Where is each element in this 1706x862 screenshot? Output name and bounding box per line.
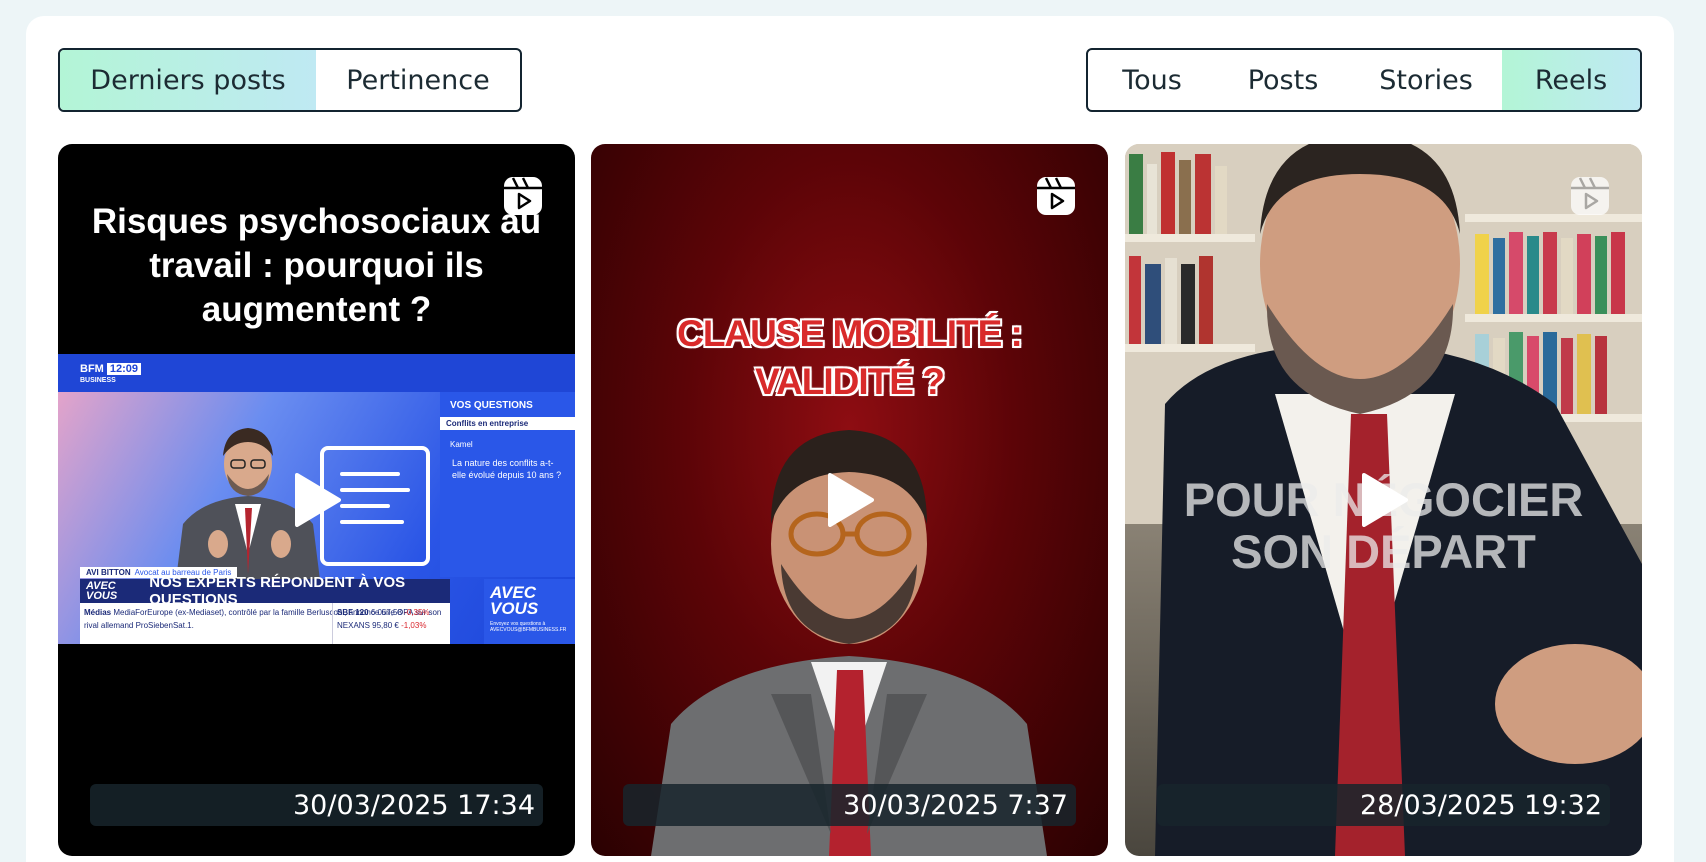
- reel-icon: [504, 177, 542, 215]
- tv-banner: AVEC VOUS NOS EXPERTS RÉPONDENT À VOS QUE…: [80, 574, 450, 608]
- reel-card[interactable]: POUR NÉGOCIER SON DÉPART 28/03/2025 19:3…: [1125, 144, 1642, 856]
- filter-posts-button[interactable]: Posts: [1216, 50, 1350, 110]
- reel-icon: [1571, 177, 1609, 215]
- reel-caption: Risques psychosociaux au travail : pourq…: [91, 202, 542, 329]
- market-ticker: SBF 120 6 057,58 -0,35% NEXANS 95,80 € -…: [332, 603, 450, 644]
- reel-card[interactable]: Risques psychosociaux au travail : pourq…: [58, 144, 575, 856]
- play-icon[interactable]: [293, 473, 341, 527]
- reel-caption: CLAUSE MOBILITÉ : VALIDITÉ ?: [677, 313, 1023, 402]
- reel-card[interactable]: CLAUSE MOBILITÉ : VALIDITÉ ? 30/03/2025 …: [591, 144, 1108, 856]
- channel-logo: BFM 12:09 BUSINESS: [80, 363, 141, 386]
- sort-relevance-button[interactable]: Pertinence: [316, 50, 520, 110]
- filter-reels-button[interactable]: Reels: [1502, 50, 1640, 110]
- tv-ticker: Médias MediaForEurope (ex-Mediaset), con…: [80, 603, 450, 644]
- tv-questions-panel: VOS QUESTIONS Conflits en entreprise Kam…: [440, 392, 575, 577]
- play-icon[interactable]: [1360, 473, 1408, 527]
- filter-all-button[interactable]: Tous: [1088, 50, 1216, 110]
- post-date: 28/03/2025 19:32: [1157, 784, 1610, 826]
- post-date: 30/03/2025 17:34: [90, 784, 543, 826]
- sort-latest-button[interactable]: Derniers posts: [60, 50, 316, 110]
- reel-icon: [1037, 177, 1075, 215]
- avec-vous-badge: AVEC VOUS Envoyez vos questions à AVECVO…: [484, 579, 575, 644]
- filter-stories-button[interactable]: Stories: [1350, 50, 1502, 110]
- type-filter: Tous Posts Stories Reels: [1086, 48, 1642, 112]
- post-date: 30/03/2025 7:37: [623, 784, 1076, 826]
- play-icon[interactable]: [826, 473, 874, 527]
- sort-toggle: Derniers posts Pertinence: [58, 48, 522, 112]
